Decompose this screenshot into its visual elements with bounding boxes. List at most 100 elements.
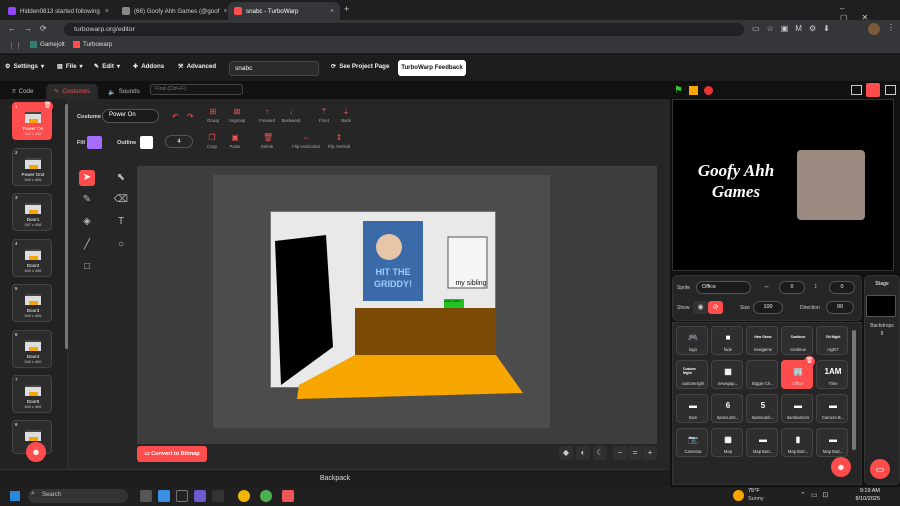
fullscreen-icon[interactable]	[885, 85, 896, 95]
file-explorer-icon[interactable]	[212, 490, 224, 502]
add-backdrop-button[interactable]: ▭	[870, 459, 890, 479]
sprite-item[interactable]: 5 5amnumb...	[746, 394, 778, 423]
costume-item[interactable]: 3 Door1 547 x 406	[12, 193, 52, 231]
sprite-item[interactable]: ▦ Map	[711, 428, 743, 457]
profile-avatar[interactable]	[868, 23, 880, 35]
nav-buttons[interactable]: ←→⟳	[8, 24, 55, 33]
outline-mode-icon[interactable]: ◐	[576, 446, 590, 460]
rectangle-tool[interactable]: □	[79, 259, 95, 275]
sprite-item[interactable]: 7th Night night7	[816, 326, 848, 355]
extension-icons[interactable]: ▭☆▣M⚙⬇	[752, 24, 837, 33]
sprite-item[interactable]: Continue continue	[781, 326, 813, 355]
show-visible-icon[interactable]: ◉	[693, 301, 708, 314]
system-tray-icons[interactable]: ⌃▭⊡	[800, 491, 833, 499]
show-hidden-icon[interactable]: ⊘	[708, 301, 723, 314]
epic-games-icon[interactable]	[176, 490, 188, 502]
small-stage-icon[interactable]	[851, 85, 862, 95]
app2-icon[interactable]	[282, 490, 294, 502]
edit-menu[interactable]: ✎ Edit ▾	[94, 63, 120, 70]
advanced-menu[interactable]: ⚒ Advanced	[178, 63, 216, 70]
sprite-item[interactable]: 1AM Time	[816, 360, 848, 389]
sprite-item[interactable]: 📷 Cameras	[676, 428, 708, 457]
sprite-item[interactable]: Biggie Ch...	[746, 360, 778, 389]
add-sprite-button[interactable]: ☻	[831, 457, 851, 477]
costume-item[interactable]: 6 Door4 640 x 400	[12, 330, 52, 368]
backpack-bar[interactable]: Backpack	[0, 469, 670, 487]
forward-button[interactable]: ↑ Forward	[256, 108, 278, 124]
sprite-y-input[interactable]: 0	[829, 281, 855, 294]
sprite-item[interactable]: ▬ 6am	[676, 394, 708, 423]
browser-tab-3[interactable]: snabc - TurboWarp ×	[228, 2, 340, 20]
back-button[interactable]: ⇣ Back	[335, 108, 357, 124]
green-flag-icon[interactable]: ⚑	[674, 85, 683, 96]
project-title-input[interactable]: snabc	[229, 61, 319, 76]
bookmark-turbowarp[interactable]: Turbowarp	[73, 41, 112, 48]
zoom-in-icon[interactable]: +	[643, 446, 657, 460]
url-bar[interactable]: turbowarp.org/editor	[64, 23, 744, 36]
outline-color-swatch[interactable]	[140, 136, 153, 149]
costume-item[interactable]: 5 Door3 640 x 406	[12, 284, 52, 322]
sprite-item[interactable]: ▬ 6ambarriers	[781, 394, 813, 423]
sprite-item[interactable]: ▬ Map Butt...	[816, 428, 848, 457]
settings-menu[interactable]: ⚙ Settings ▾	[5, 63, 44, 70]
windows-start-icon[interactable]	[10, 491, 20, 501]
sprite-item[interactable]: 🎮 logo	[676, 326, 708, 355]
zoom-reset-icon[interactable]: =	[628, 446, 642, 460]
sprite-item[interactable]: ▬ Map Butt...	[746, 428, 778, 457]
circle-tool[interactable]: ○	[113, 237, 129, 253]
brush-tool[interactable]: ✎	[79, 192, 95, 208]
theme-icon[interactable]: ☾	[593, 446, 607, 460]
tab-code[interactable]: ≡ Code	[4, 84, 41, 99]
sprite-direction-input[interactable]: 90	[826, 301, 854, 314]
pause-icon[interactable]	[689, 86, 698, 95]
feedback-button[interactable]: TurboWarp Feedback	[398, 60, 466, 76]
sprite-x-input[interactable]: 0	[779, 281, 805, 294]
fill-color-swatch[interactable]	[87, 136, 102, 149]
file-menu[interactable]: ▤ File ▾	[57, 63, 83, 70]
sprite-name-input[interactable]: Office	[696, 281, 751, 294]
close-icon[interactable]: ×	[330, 8, 334, 15]
select-tool[interactable]: ➤	[79, 170, 95, 186]
sprite-item[interactable]: ▬ Camera B...	[816, 394, 848, 423]
close-icon[interactable]: ×	[223, 8, 227, 15]
outline-width-input[interactable]: 4	[165, 135, 193, 148]
see-project-page-button[interactable]: ⟳ See Project Page	[331, 63, 389, 70]
add-costume-button[interactable]: ☻	[26, 442, 46, 462]
new-tab-button[interactable]: +	[344, 4, 349, 14]
redo-icon[interactable]: ↷	[187, 112, 194, 121]
sprite-list-scrollbar[interactable]	[852, 330, 856, 450]
sprite-item[interactable]: New Game newgame	[746, 326, 778, 355]
browser-tab-1[interactable]: Hidden0813 started following ×	[2, 2, 115, 20]
sprite-item[interactable]: ▮ Map Butt...	[781, 428, 813, 457]
sprite-item[interactable]: ▦ newspap...	[711, 360, 743, 389]
bookmark-gamejolt[interactable]: Gamejolt	[30, 41, 65, 48]
apps-icon[interactable]: ⋮⋮	[8, 42, 22, 50]
line-tool[interactable]: ╱	[79, 237, 95, 253]
flip-horizontal-button[interactable]: ⇔ Flip Horizontal	[289, 134, 323, 150]
delete-costume-icon[interactable]: 🗑	[42, 101, 53, 112]
convert-to-bitmap-button[interactable]: ▭ Convert to Bitmap	[137, 446, 207, 462]
sprite-item[interactable]: Custom Night customnight	[676, 360, 708, 389]
app-icon[interactable]	[194, 490, 206, 502]
costume-item[interactable]: 2 Power On2 640 x 406	[12, 148, 52, 186]
flip-vertical-button[interactable]: ⇕ Flip Vertical	[324, 134, 354, 150]
addons-menu[interactable]: ✚ Addons	[133, 63, 164, 70]
tab-costumes[interactable]: ✎ Costumes	[46, 84, 99, 99]
browser-menu-icon[interactable]: ⋮	[887, 23, 895, 32]
sprite-item[interactable]: ■ fade	[711, 326, 743, 355]
delete-sprite-icon[interactable]: 🗑	[804, 356, 815, 367]
chrome-active-icon[interactable]	[260, 490, 272, 502]
fill-tool[interactable]: ◈	[79, 214, 95, 230]
stop-icon[interactable]	[704, 86, 713, 95]
fill-mode-icon[interactable]: ◆	[559, 446, 573, 460]
ungroup-button[interactable]: ⊠ Ungroup	[226, 108, 248, 124]
costume-name-input[interactable]: Power On	[102, 109, 159, 123]
undo-icon[interactable]: ↶	[172, 112, 179, 121]
zoom-out-icon[interactable]: −	[613, 446, 627, 460]
backward-button[interactable]: ↓ Backward	[280, 108, 302, 124]
tab-sounds[interactable]: 🔈 Sounds	[100, 84, 148, 99]
large-stage-icon[interactable]	[866, 83, 880, 97]
copy-button[interactable]: ❐ Copy	[201, 134, 223, 150]
costume-item[interactable]: 7 Door5 640 x 406	[12, 375, 52, 413]
text-tool[interactable]: T	[113, 214, 129, 230]
